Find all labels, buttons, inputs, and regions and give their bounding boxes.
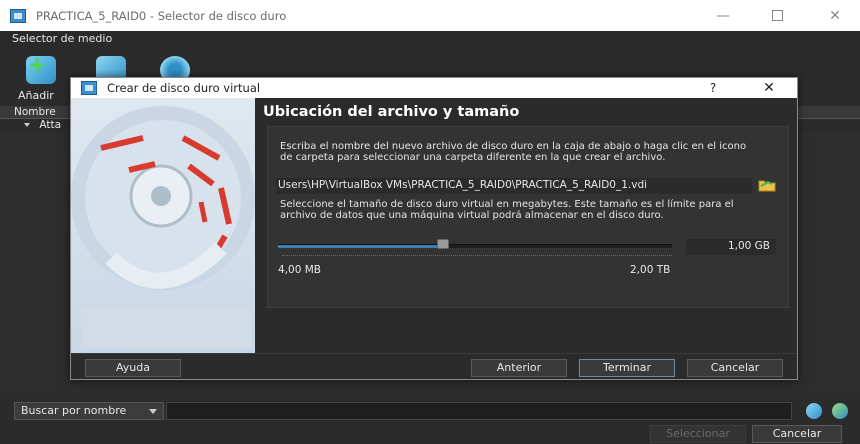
search-bar: Buscar por nombre [0,400,860,422]
close-button[interactable]: ✕ [812,0,858,31]
tree-group-label: Atta [39,119,62,131]
column-name[interactable]: Nombre [14,106,56,118]
dialog-close-icon[interactable]: ✕ [759,78,779,98]
wizard-page: Ubicación del archivo y tamaño Escriba e… [255,98,797,353]
dialog-cancel-button[interactable]: Cancelar [687,359,783,377]
search-mode-label: Buscar por nombre [21,404,127,417]
size-input[interactable]: 1,00 GB [686,239,776,255]
help-icon[interactable]: ? [703,78,723,98]
min-size-label: 4,00 MB [278,264,321,276]
window-titlebar: PRACTICA_5_RAID0 - Selector de disco dur… [0,0,860,31]
search-previous-icon[interactable] [806,403,822,419]
finish-button[interactable]: Terminar [579,359,675,377]
add-button[interactable]: Añadir [14,53,62,102]
create-virtual-disk-dialog: Crear de disco duro virtual ? ✕ Ubicació… [70,77,798,380]
back-button[interactable]: Anterior [471,359,567,377]
window-title: PRACTICA_5_RAID0 - Selector de disco dur… [36,8,287,23]
menu-selector-medio[interactable]: Selector de medio [12,32,112,45]
slider-fill [278,245,443,248]
search-mode-select[interactable]: Buscar por nombre [14,402,164,420]
folder-icon[interactable] [758,178,776,192]
add-label: Añadir [18,89,54,102]
virtualbox-app-icon [10,8,26,23]
slider-ticks [282,255,672,259]
virtualbox-dialog-icon [81,81,97,95]
size-slider[interactable] [278,244,672,248]
menu-bar: Selector de medio [0,31,860,48]
bottom-button-row: Seleccionar Cancelar [0,422,860,444]
maximize-icon [771,10,783,21]
expand-arrow-icon[interactable] [24,123,30,127]
hard-disk-illustration [71,106,255,348]
maximize-button[interactable] [754,0,800,31]
add-disk-icon [26,53,56,84]
minimize-icon: — [716,7,730,24]
page-heading: Ubicación del archivo y tamaño [263,104,520,120]
help-button[interactable]: Ayuda [85,359,181,377]
minimize-button[interactable]: — [700,0,746,31]
dialog-footer: Ayuda Anterior Terminar Cancelar [71,353,797,379]
cancel-button[interactable]: Cancelar [752,425,842,443]
location-description: Escriba el nombre del nuevo archivo de d… [280,141,747,163]
search-input[interactable] [166,402,792,420]
file-path-input[interactable]: Users\HP\VirtualBox VMs\PRACTICA_5_RAID0… [276,178,752,194]
dialog-title: Crear de disco duro virtual [107,81,261,95]
select-button[interactable]: Seleccionar [650,425,746,443]
wizard-content-box: Escriba el nombre del nuevo archivo de d… [267,126,789,308]
chevron-down-icon [149,409,157,414]
search-next-icon[interactable] [832,403,848,419]
max-size-label: 2,00 TB [630,264,671,276]
dialog-titlebar: Crear de disco duro virtual ? ✕ [71,78,797,98]
slider-handle[interactable] [437,239,449,249]
wizard-side-image [71,98,255,353]
close-icon: ✕ [829,7,841,24]
size-description: Seleccione el tamaño de disco duro virtu… [280,199,734,221]
